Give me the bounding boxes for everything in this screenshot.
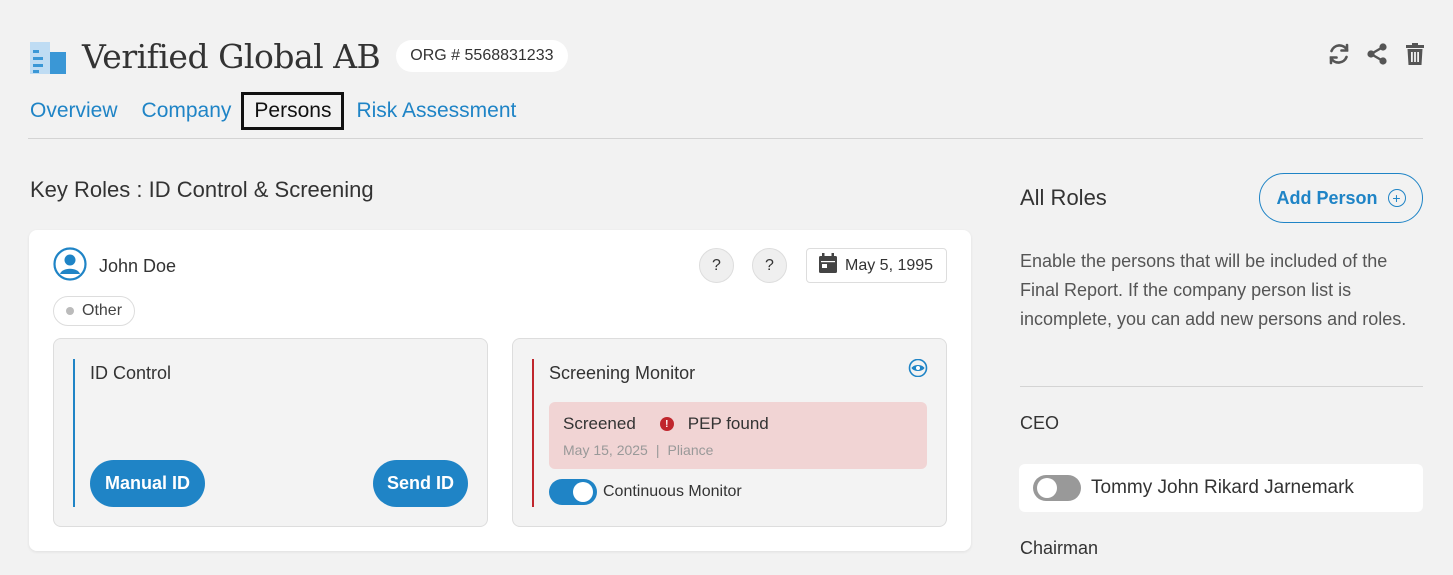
- continuous-monitor-row: Continuous Monitor: [549, 479, 742, 505]
- continuous-monitor-toggle[interactable]: [549, 479, 597, 505]
- person-card: John Doe ? ? May 5, 1995 Other ID Contro…: [29, 230, 971, 551]
- role-person-name: Tommy John Rikard Jarnemark: [1091, 477, 1354, 498]
- manual-id-button[interactable]: Manual ID: [90, 460, 205, 507]
- trash-icon[interactable]: [1403, 42, 1427, 66]
- help-button-secondary[interactable]: ?: [752, 248, 787, 283]
- birth-date-button[interactable]: May 5, 1995: [806, 248, 947, 283]
- help-button[interactable]: ?: [699, 248, 734, 283]
- alert-icon: !: [659, 417, 674, 431]
- person-header: John Doe: [53, 247, 176, 286]
- screening-status-line: Screened ! PEP found: [563, 414, 769, 434]
- role-dot-icon: [66, 307, 74, 315]
- screening-monitor-title: Screening Monitor: [549, 363, 696, 383]
- section-title: Key Roles : ID Control & Screening: [30, 177, 374, 202]
- role-label: Other: [82, 302, 123, 319]
- share-icon[interactable]: [1365, 42, 1389, 66]
- add-person-label: Add Person: [1276, 187, 1378, 208]
- header-actions: [1327, 42, 1427, 66]
- role-heading-chairman: Chairman: [1020, 538, 1099, 558]
- tab-divider: [28, 138, 1423, 139]
- id-control-panel: ID Control Manual ID Send ID: [53, 338, 488, 527]
- screening-result: PEP found: [687, 414, 769, 433]
- panel-accent-bar: [73, 359, 75, 507]
- panel-accent-bar: [532, 359, 534, 507]
- building-icon: [28, 36, 68, 76]
- screening-meta: May 15, 2025 | Pliance: [563, 442, 713, 458]
- sidebar-divider: [1020, 386, 1423, 387]
- include-person-toggle[interactable]: [1033, 475, 1081, 501]
- birth-date-value: May 5, 1995: [845, 256, 934, 274]
- id-control-title: ID Control: [90, 363, 172, 383]
- meta-separator: |: [655, 442, 660, 458]
- tab-risk-assessment[interactable]: Risk Assessment: [356, 99, 516, 123]
- eye-icon[interactable]: [908, 358, 928, 382]
- screening-date: May 15, 2025: [563, 442, 648, 458]
- continuous-monitor-label: Continuous Monitor: [603, 483, 742, 500]
- tab-company[interactable]: Company: [142, 99, 232, 123]
- role-chip: Other: [53, 296, 136, 326]
- screening-provider: Pliance: [667, 442, 714, 458]
- send-id-button[interactable]: Send ID: [373, 460, 468, 507]
- tab-overview[interactable]: Overview: [30, 99, 118, 123]
- all-roles-title: All Roles: [1020, 185, 1107, 210]
- user-avatar-icon: [53, 247, 87, 286]
- refresh-icon[interactable]: [1327, 42, 1351, 66]
- plus-circle-icon: +: [1387, 189, 1406, 207]
- person-name: John Doe: [99, 256, 177, 276]
- tab-bar: Overview Company Persons Risk Assessment: [30, 92, 540, 130]
- page-header: Verified Global AB ORG # 5568831233: [28, 36, 568, 76]
- add-person-button[interactable]: Add Person +: [1259, 173, 1423, 223]
- role-heading-ceo: CEO: [1020, 413, 1060, 433]
- company-title: Verified Global AB: [82, 36, 381, 76]
- all-roles-description: Enable the persons that will be included…: [1020, 251, 1407, 329]
- screening-status: Screened: [563, 414, 636, 433]
- role-person-row: Tommy John Rikard Jarnemark: [1019, 464, 1423, 512]
- screening-alert: Screened ! PEP found May 15, 2025 | Plianc…: [549, 402, 927, 469]
- calendar-icon: [819, 253, 837, 278]
- org-number-badge: ORG # 5568831233: [396, 40, 568, 72]
- tab-persons[interactable]: Persons: [241, 92, 345, 130]
- screening-monitor-panel: Screening Monitor Screened ! PEP found M…: [512, 338, 947, 527]
